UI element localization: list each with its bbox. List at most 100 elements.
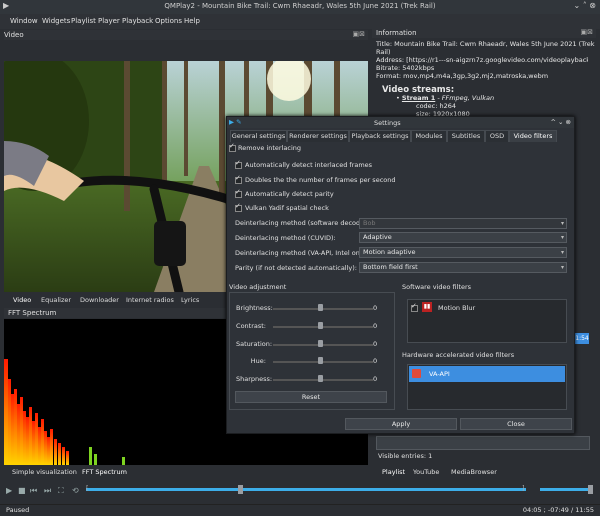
tab-playback-settings[interactable]: Playback settings: [349, 130, 411, 142]
info-dock-header: Information ▣⊠: [372, 28, 596, 38]
hardware-filters-title: Hardware accelerated video filters: [402, 351, 515, 359]
dock-close-icon[interactable]: ▣⊠: [353, 30, 365, 38]
hue-handle[interactable]: [318, 357, 323, 364]
chevron-down-icon: ▾: [560, 220, 564, 227]
settings-window-controls[interactable]: ^ ⌄ ⊗: [551, 118, 571, 126]
auto-detect-interlaced-label: Automatically detect interlaced frames: [245, 161, 373, 169]
hue-value: 0: [373, 357, 378, 365]
software-filters-list[interactable]: ▮▮ Motion Blur: [407, 299, 567, 343]
deint-cuvid-label: Deinterlacing method (CUVID):: [235, 234, 336, 242]
deint-cuvid-combo[interactable]: Adaptive ▾: [359, 232, 567, 243]
next-icon[interactable]: ⏭: [44, 486, 51, 496]
deint-software-combo: Bob ▾: [359, 218, 567, 229]
volume-handle[interactable]: [588, 485, 593, 494]
playlist-search-field[interactable]: [376, 436, 590, 450]
parity-combo[interactable]: Bottom field first ▾: [359, 262, 567, 273]
play-icon[interactable]: ▶: [6, 486, 12, 495]
viz-tabs: Simple visualization FFT Spectrum: [4, 466, 368, 478]
info-dock-close-icon[interactable]: ▣⊠: [581, 28, 593, 36]
hue-slider[interactable]: [273, 361, 373, 363]
menu-window[interactable]: Window: [10, 17, 38, 25]
chevron-down-icon: ▾: [560, 249, 564, 256]
menu-player[interactable]: Player: [98, 17, 120, 25]
tab-simple-visualization[interactable]: Simple visualization: [12, 468, 77, 476]
chevron-down-icon: ▾: [560, 264, 564, 271]
deint-software-label: Deinterlacing method (software decoding)…: [235, 219, 375, 227]
tab-lyrics[interactable]: Lyrics: [181, 296, 199, 304]
brightness-handle[interactable]: [318, 304, 323, 311]
remove-interlacing-label: Remove interlacing: [238, 144, 302, 152]
hardware-filters-list[interactable]: VA-API: [407, 364, 567, 410]
playlist-duration-badge[interactable]: 1:54: [575, 333, 589, 344]
visible-entries: Visible entries: 1: [378, 452, 433, 460]
info-stream-line: • Stream 1 - FFmpeg, Vulkan: [396, 94, 495, 102]
info-title: Title: Mountain Bike Trail: Cwm Rhaeadr,…: [376, 40, 595, 56]
tab-equalizer[interactable]: Equalizer: [41, 296, 71, 304]
tab-mediabrowser[interactable]: MediaBrowser: [451, 468, 497, 476]
stream-link[interactable]: Stream 1: [402, 94, 435, 102]
auto-detect-parity-checkbox[interactable]: [235, 188, 242, 198]
menu-options[interactable]: Options: [155, 17, 182, 25]
previous-icon[interactable]: ⏮: [30, 486, 37, 496]
repeat-icon[interactable]: ⟲: [72, 486, 79, 495]
software-filters-title: Software video filters: [402, 283, 472, 291]
tab-video-filters[interactable]: Video filters: [509, 130, 557, 142]
vulkan-yadif-label: Vulkan Yadif spatial check: [245, 204, 329, 212]
tab-youtube[interactable]: YouTube: [413, 468, 439, 476]
contrast-handle[interactable]: [318, 322, 323, 329]
menu-widgets[interactable]: Widgets: [42, 17, 70, 25]
volume-slider[interactable]: [540, 488, 592, 491]
motion-blur-icon: ▮▮: [422, 302, 432, 312]
deint-software-value: Bob: [363, 219, 376, 227]
contrast-slider[interactable]: [273, 326, 373, 328]
sharpness-slider[interactable]: [273, 379, 373, 381]
motion-blur-checkbox[interactable]: [411, 302, 418, 312]
tab-osd[interactable]: OSD: [485, 130, 509, 142]
tab-internet-radios[interactable]: Internet radios: [126, 296, 174, 304]
tab-general-settings[interactable]: General settings: [230, 130, 287, 142]
menu-help[interactable]: Help: [184, 17, 200, 25]
reset-button[interactable]: Reset: [235, 391, 387, 403]
saturation-slider[interactable]: [273, 344, 373, 346]
window-titlebar: ▶ QMPlay2 - Mountain Bike Trail: Cwm Rha…: [0, 0, 600, 15]
sharpness-handle[interactable]: [318, 375, 323, 382]
menu-bar: Window Widgets Playlist Player Playback …: [0, 14, 600, 29]
vulkan-yadif-checkbox[interactable]: [235, 202, 242, 212]
deint-vaapi-combo[interactable]: Motion adaptive ▾: [359, 247, 567, 258]
fullscreen-icon[interactable]: ⛶: [58, 486, 64, 496]
close-button[interactable]: Close: [460, 418, 572, 430]
motion-blur-label[interactable]: Motion Blur: [438, 304, 475, 312]
vaapi-row[interactable]: VA-API: [409, 366, 565, 382]
stop-icon[interactable]: ■: [18, 486, 26, 495]
contrast-value: 0: [373, 322, 378, 330]
contrast-label: Contrast:: [236, 322, 266, 330]
auto-detect-interlaced-checkbox[interactable]: [235, 159, 242, 169]
remove-interlacing-checkbox[interactable]: [229, 142, 236, 152]
menu-playlist[interactable]: Playlist: [71, 17, 96, 25]
window-controls[interactable]: ⌄ ˄ ⊗: [574, 1, 597, 10]
tab-video[interactable]: Video: [13, 296, 31, 304]
info-format: Format: mov,mp4,m4a,3gp,3g2,mj2,matroska…: [376, 72, 549, 80]
chevron-down-icon: ▾: [560, 234, 564, 241]
double-fps-checkbox[interactable]: [235, 174, 242, 184]
parity-label: Parity (if not detected automatically):: [235, 264, 357, 272]
seek-start-marker: [: [86, 484, 89, 492]
saturation-handle[interactable]: [318, 340, 323, 347]
tab-fft-spectrum[interactable]: FFT Spectrum: [82, 468, 127, 476]
menu-playback[interactable]: Playback: [122, 17, 153, 25]
tab-subtitles[interactable]: Subtitles: [447, 130, 485, 142]
brightness-label: Brightness:: [236, 304, 273, 312]
info-address[interactable]: Address: [https://r1---sn-aigzrn7z.googl…: [376, 56, 588, 64]
apply-button[interactable]: Apply: [345, 418, 457, 430]
seek-slider[interactable]: [86, 488, 526, 491]
video-dock-header: Video ▣⊠: [4, 30, 368, 40]
tab-playlist[interactable]: Playlist: [382, 468, 405, 476]
vaapi-icon: [412, 369, 421, 378]
tab-modules[interactable]: Modules: [411, 130, 447, 142]
parity-value: Bottom field first: [363, 263, 418, 271]
info-dock-title: Information: [376, 29, 417, 37]
tab-downloader[interactable]: Downloader: [80, 296, 119, 304]
tab-renderer-settings[interactable]: Renderer settings: [287, 130, 349, 142]
brightness-slider[interactable]: [273, 308, 373, 310]
seek-handle[interactable]: [238, 485, 243, 494]
